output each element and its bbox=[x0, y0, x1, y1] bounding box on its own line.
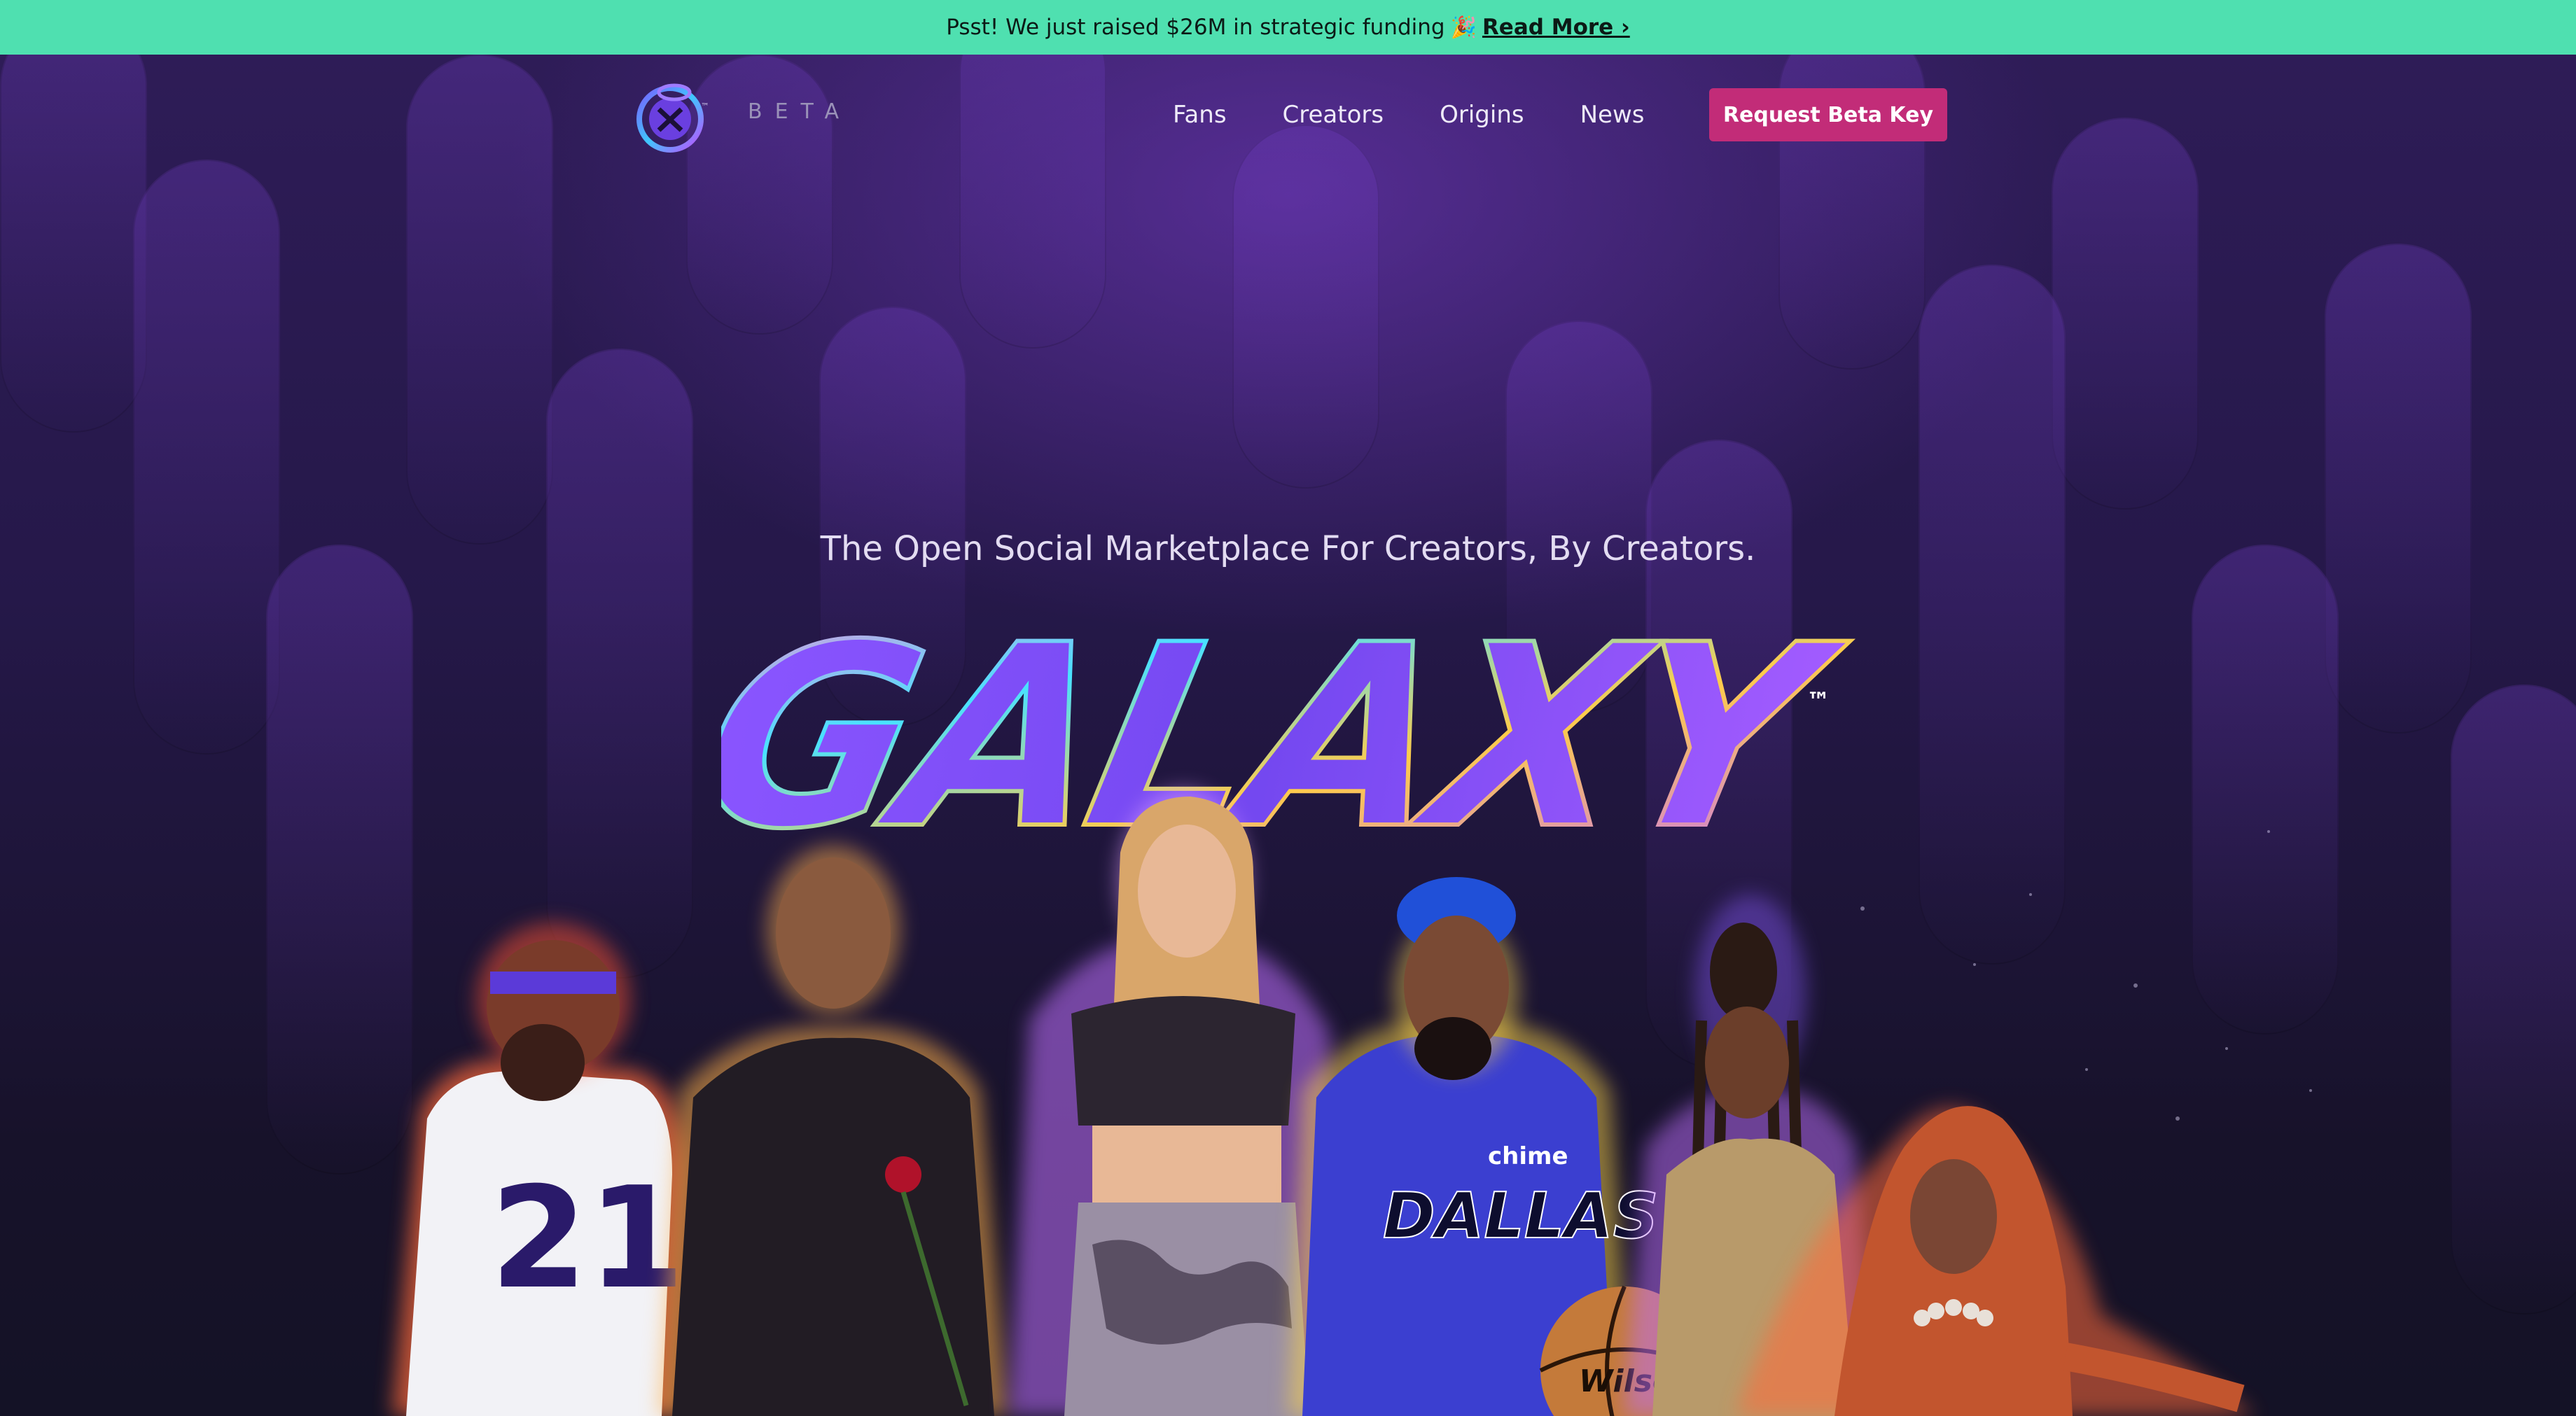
basketball-jersey-sponsor: chime bbox=[1488, 1142, 1568, 1170]
announcement-text: Psst! We just raised $26M in strategic f… bbox=[946, 15, 1445, 40]
basketball-jersey-team: DALLAS bbox=[1383, 1179, 1659, 1253]
football-player-figure: 21 bbox=[392, 923, 686, 1416]
creators-illustration: 21 DALLAS chime bbox=[392, 790, 2312, 1416]
hero-section: ™ BETA Fans Creators Origins News Reques… bbox=[0, 55, 2576, 1416]
football-jersey-number: 21 bbox=[490, 1157, 685, 1320]
read-more-link[interactable]: Read More › bbox=[1482, 15, 1630, 40]
announcement-banner: Psst! We just raised $26M in strategic f… bbox=[0, 0, 2576, 57]
woman-center-figure bbox=[1008, 790, 1330, 1416]
star-dust bbox=[1860, 830, 2312, 1121]
party-icon: 🎉 bbox=[1450, 15, 1477, 40]
man-with-rose-figure bbox=[658, 846, 1008, 1416]
